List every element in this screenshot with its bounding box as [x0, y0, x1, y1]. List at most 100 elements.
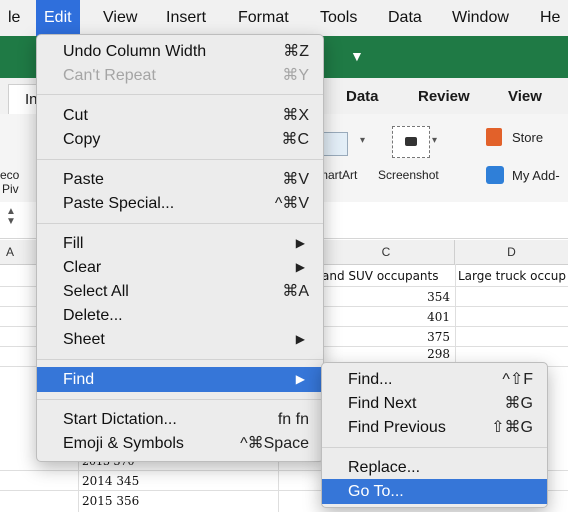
menu-item-undo[interactable]: Undo Column Width ⌘Z: [37, 39, 323, 64]
menu-item-shortcut: ⌘X: [282, 107, 309, 124]
menu-item-clear[interactable]: Clear ▶: [37, 255, 323, 280]
menu-item-paste-special[interactable]: Paste Special... ^⌘V: [37, 191, 323, 216]
submenu-arrow-icon: ▶: [295, 372, 305, 386]
menu-separator: [37, 223, 323, 224]
menu-item-shortcut: ^⇧F: [502, 371, 533, 388]
menu-item-start-dictation[interactable]: Start Dictation... fn fn: [37, 407, 323, 432]
store-icon[interactable]: [486, 128, 502, 146]
menu-item-shortcut: fn fn: [277, 411, 309, 428]
cell-c-header[interactable]: and SUV occupants: [322, 266, 439, 286]
name-box-stepper-icon[interactable]: ▲ ▼: [6, 207, 16, 227]
cell-b-value[interactable]: 2014 345: [82, 471, 139, 491]
menu-item-shortcut: ⌘C: [281, 131, 309, 148]
submenu-arrow-icon: ▶: [295, 236, 305, 250]
menubar-window[interactable]: Window: [444, 0, 517, 36]
menu-item-replace[interactable]: Replace...: [322, 455, 547, 480]
menu-item-find-next[interactable]: Find Next ⌘G: [322, 391, 547, 416]
menu-item-copy[interactable]: Copy ⌘C: [37, 127, 323, 152]
menu-item-shortcut: ⇧⌘G: [491, 419, 533, 436]
edit-menu: Undo Column Width ⌘Z Can't Repeat ⌘Y Cut…: [36, 34, 324, 462]
smartart-icon[interactable]: [322, 132, 348, 156]
menu-item-shortcut: ^⌘Space: [240, 435, 309, 452]
menu-item-find-ellipsis[interactable]: Find... ^⇧F: [322, 367, 547, 392]
menubar-view[interactable]: View: [95, 0, 145, 36]
menu-item-label: Replace...: [348, 459, 421, 476]
cell-b-value[interactable]: 2015 356: [82, 491, 139, 511]
quick-access-chevron-icon[interactable]: ▼: [350, 48, 364, 64]
menu-item-label: Fill: [63, 235, 84, 252]
pivot-label-2: Piv: [2, 182, 19, 196]
screenshot-label[interactable]: Screenshot: [378, 168, 439, 182]
menubar-data[interactable]: Data: [380, 0, 430, 36]
submenu-arrow-icon: ▶: [295, 332, 305, 346]
menu-item-label: Cut: [63, 107, 88, 124]
cell-c-value[interactable]: 354: [380, 287, 450, 307]
cell-c-value[interactable]: 298: [380, 347, 450, 361]
menu-item-label: Find: [63, 371, 95, 388]
menu-item-shortcut: ⌘G: [504, 395, 533, 412]
tab-view[interactable]: View: [508, 88, 542, 105]
menu-item-label: Find...: [348, 371, 393, 388]
menu-item-label: Clear: [63, 259, 102, 276]
menu-item-label: Find Next: [348, 395, 417, 412]
screenshot-dropdown-icon[interactable]: ▾: [432, 135, 437, 146]
cell-c-value[interactable]: 401: [380, 307, 450, 327]
menubar-file[interactable]: le: [0, 0, 28, 36]
grid-line: [78, 455, 79, 512]
tab-review[interactable]: Review: [418, 88, 470, 105]
menu-item-label: Select All: [63, 283, 129, 300]
menubar-tools[interactable]: Tools: [312, 0, 365, 36]
menu-item-find-previous[interactable]: Find Previous ⇧⌘G: [322, 415, 547, 440]
menubar-edit[interactable]: Edit: [36, 0, 80, 36]
menu-item-emoji-symbols[interactable]: Emoji & Symbols ^⌘Space: [37, 431, 323, 456]
menubar-help[interactable]: He: [532, 0, 568, 36]
menu-separator: [37, 159, 323, 160]
menu-item-label: Sheet: [63, 331, 105, 348]
menu-item-select-all[interactable]: Select All ⌘A: [37, 279, 323, 304]
pivot-label-1: eco: [0, 168, 20, 182]
menu-item-shortcut: ⌘A: [282, 283, 309, 300]
menu-item-find[interactable]: Find ▶: [37, 367, 323, 392]
add-ins-label[interactable]: My Add-: [512, 168, 560, 183]
add-ins-icon[interactable]: [486, 166, 504, 184]
grid-line: [455, 264, 456, 368]
menubar-format[interactable]: Format: [230, 0, 297, 36]
column-header-c[interactable]: C: [318, 240, 455, 265]
menu-separator: [37, 94, 323, 95]
menu-item-label: Delete...: [63, 307, 123, 324]
column-header-a[interactable]: A: [0, 240, 37, 265]
menu-separator: [37, 359, 323, 360]
cell-d-header[interactable]: Large truck occup: [458, 266, 566, 286]
menu-item-sheet[interactable]: Sheet ▶: [37, 327, 323, 352]
menu-item-label: Undo Column Width: [63, 43, 207, 60]
menu-separator: [37, 399, 323, 400]
menu-item-cut[interactable]: Cut ⌘X: [37, 103, 323, 128]
menu-item-label: Paste Special...: [63, 195, 175, 212]
menu-item-paste[interactable]: Paste ⌘V: [37, 167, 323, 192]
menu-item-shortcut: ⌘Z: [283, 43, 309, 60]
menu-item-delete[interactable]: Delete...: [37, 303, 323, 328]
menu-item-fill[interactable]: Fill ▶: [37, 231, 323, 256]
menu-item-label: Can't Repeat: [63, 67, 156, 84]
menu-item-label: Find Previous: [348, 419, 446, 436]
screenshot-icon[interactable]: [392, 126, 430, 158]
store-label[interactable]: Store: [512, 130, 543, 145]
chart-dropdown-icon[interactable]: ▾: [360, 135, 365, 146]
menu-item-shortcut: ⌘Y: [282, 67, 309, 84]
menubar-insert[interactable]: Insert: [158, 0, 214, 36]
menu-separator: [322, 447, 547, 448]
menu-item-label: Copy: [63, 131, 101, 148]
cell-c-value[interactable]: 375: [380, 327, 450, 347]
menu-item-label: Emoji & Symbols: [63, 435, 184, 452]
menu-item-label: Paste: [63, 171, 104, 188]
menu-item-repeat[interactable]: Can't Repeat ⌘Y: [37, 63, 323, 88]
tab-data[interactable]: Data: [346, 88, 379, 105]
grid-line: [278, 455, 279, 512]
find-submenu: Find... ^⇧F Find Next ⌘G Find Previous ⇧…: [321, 362, 548, 508]
menu-bar: le Edit View Insert Format Tools Data Wi…: [0, 0, 568, 37]
column-header-d[interactable]: D: [455, 240, 568, 265]
menu-item-go-to[interactable]: Go To...: [322, 479, 547, 504]
menu-item-label: Start Dictation...: [63, 411, 177, 428]
menu-item-shortcut: ⌘V: [282, 171, 309, 188]
menu-item-shortcut: ^⌘V: [274, 195, 309, 212]
